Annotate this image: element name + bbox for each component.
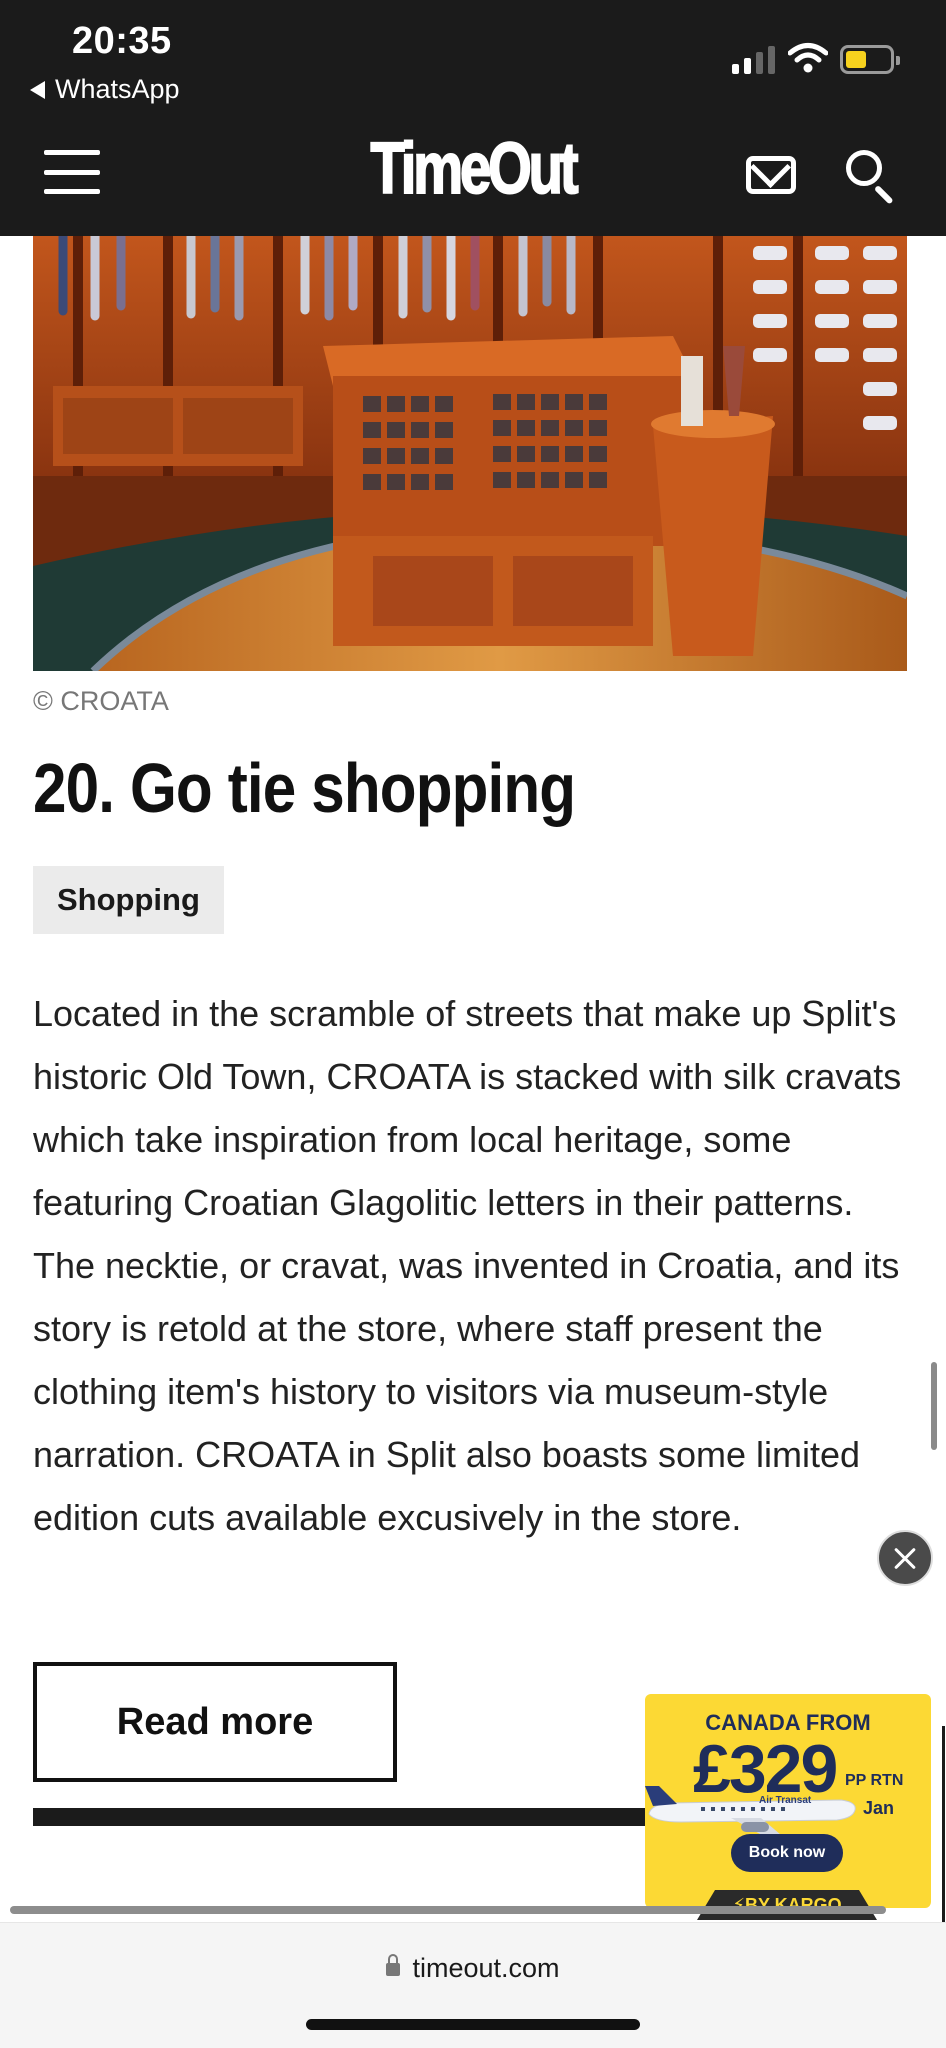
lock-icon xyxy=(386,1953,401,1978)
ad-month: Jan xyxy=(863,1798,895,1818)
back-to-app-button[interactable]: WhatsApp xyxy=(30,74,180,105)
article-body: Located in the scramble of streets that … xyxy=(33,993,902,1538)
url-text[interactable]: timeout.com xyxy=(412,1953,559,1984)
battery-icon xyxy=(840,45,900,74)
browser-url-bar[interactable]: timeout.com xyxy=(0,1922,946,2048)
cellular-signal-icon xyxy=(732,44,775,74)
back-app-label: WhatsApp xyxy=(55,74,180,104)
scrollbar[interactable] xyxy=(931,1362,937,1450)
home-indicator[interactable] xyxy=(306,2019,640,2030)
image-credit: © CROATA xyxy=(33,686,169,716)
status-time: 20:35 xyxy=(72,20,172,62)
ad-attribution: ⚡BY KARGO xyxy=(697,1890,877,1920)
book-now-button[interactable]: Book now xyxy=(731,1834,843,1872)
mail-icon[interactable] xyxy=(746,156,796,194)
page-progress-bar xyxy=(10,1906,886,1914)
article-title: 20. Go tie shopping xyxy=(33,749,576,827)
tie-shop-illustration xyxy=(33,236,907,671)
search-icon[interactable] xyxy=(846,150,894,205)
back-arrow-icon xyxy=(30,80,45,99)
read-more-button[interactable]: Read more xyxy=(33,1662,397,1782)
close-icon[interactable] xyxy=(877,1530,933,1586)
timeout-logo[interactable]: TimeOut xyxy=(104,128,842,210)
advertisement[interactable]: CANADA FROM £329 PP RTN Jan Air Transat … xyxy=(645,1694,931,1908)
ad-edge-line xyxy=(942,1726,945,1922)
ad-airline: Air Transat xyxy=(759,1795,812,1806)
article-hero-image xyxy=(33,236,907,671)
category-tag[interactable]: Shopping xyxy=(33,866,224,934)
top-bar: 20:35 WhatsApp TimeOut xyxy=(0,0,946,236)
menu-icon[interactable] xyxy=(44,150,100,194)
section-divider xyxy=(33,1808,673,1826)
wifi-icon xyxy=(788,43,828,73)
